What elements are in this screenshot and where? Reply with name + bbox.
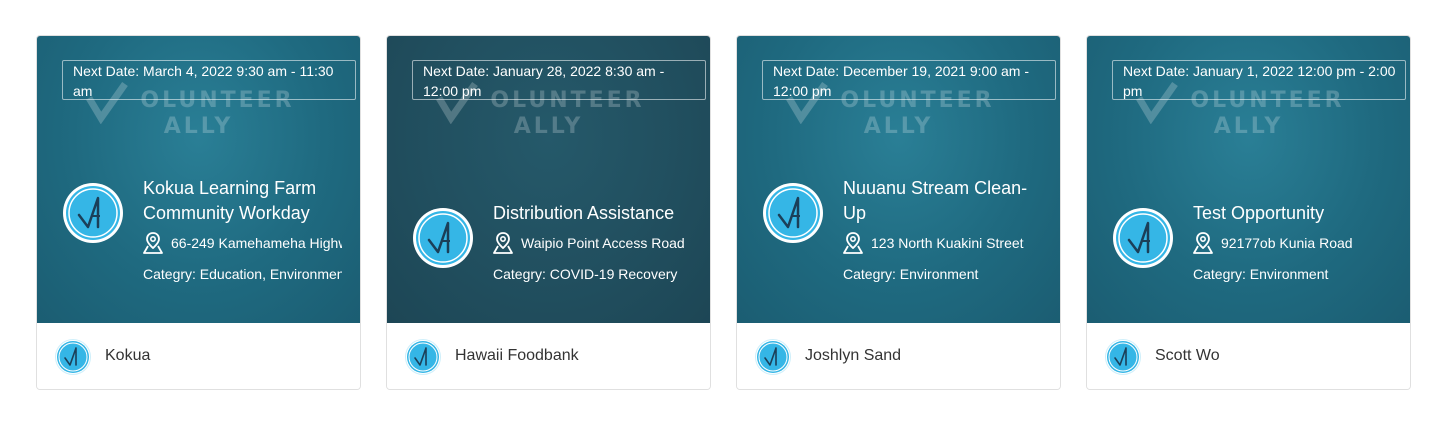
opportunity-card[interactable]: OLUNTEER ALLY Next Date: January 28, 202… xyxy=(386,35,711,390)
card-footer[interactable]: Hawaii Foodbank xyxy=(387,323,710,389)
organization-logo-icon xyxy=(1105,339,1141,375)
opportunity-card[interactable]: OLUNTEER ALLY Next Date: March 4, 2022 9… xyxy=(36,35,361,390)
opportunity-address: 66-249 Kamehameha Highway xyxy=(171,235,342,251)
organization-logo-icon xyxy=(55,339,91,375)
card-header[interactable]: OLUNTEER ALLY Next Date: December 19, 20… xyxy=(737,36,1060,323)
volunteer-ally-logo-icon xyxy=(763,183,823,243)
organization-name[interactable]: Hawaii Foodbank xyxy=(455,347,579,365)
volunteer-ally-logo-icon xyxy=(63,183,123,243)
opportunity-address: 123 North Kuakini Street xyxy=(871,235,1024,251)
map-pin-icon xyxy=(493,232,513,254)
opportunity-category: Categry: Environment xyxy=(1193,266,1329,282)
opportunity-title[interactable]: Test Opportunity xyxy=(1193,201,1392,226)
opportunity-title[interactable]: Nuuanu Stream Clean-Up xyxy=(843,176,1042,226)
next-date-label: Next Date: December 19, 2021 9:00 am - 1… xyxy=(762,60,1056,100)
card-footer[interactable]: Scott Wo xyxy=(1087,323,1410,389)
opportunity-title[interactable]: Kokua Learning Farm Community Workday xyxy=(143,176,342,226)
opportunity-title[interactable]: Distribution Assistance xyxy=(493,201,692,226)
map-pin-icon xyxy=(843,232,863,254)
opportunity-card-grid: OLUNTEER ALLY Next Date: March 4, 2022 9… xyxy=(0,0,1455,430)
card-footer[interactable]: Joshlyn Sand xyxy=(737,323,1060,389)
organization-name[interactable]: Joshlyn Sand xyxy=(805,347,901,365)
opportunity-category: Categry: Environment xyxy=(843,266,979,282)
address-row: 92177ob Kunia Road xyxy=(1193,230,1392,256)
opportunity-category: Categry: COVID-19 Recovery xyxy=(493,266,678,282)
opportunity-category: Categry: Education, Environment xyxy=(143,266,342,282)
organization-logo-icon xyxy=(755,339,791,375)
volunteer-ally-logo-icon xyxy=(1113,208,1173,268)
address-row: 123 North Kuakini Street xyxy=(843,230,1042,256)
address-row: Waipio Point Access Road xyxy=(493,230,692,256)
map-pin-icon xyxy=(143,232,163,254)
organization-name[interactable]: Scott Wo xyxy=(1155,347,1220,365)
address-row: 66-249 Kamehameha Highway xyxy=(143,230,342,256)
card-header[interactable]: OLUNTEER ALLY Next Date: March 4, 2022 9… xyxy=(37,36,360,323)
organization-logo-icon xyxy=(405,339,441,375)
opportunity-address: 92177ob Kunia Road xyxy=(1221,235,1353,251)
volunteer-ally-logo-icon xyxy=(413,208,473,268)
organization-name[interactable]: Kokua xyxy=(105,347,150,365)
map-pin-icon xyxy=(1193,232,1213,254)
card-header[interactable]: OLUNTEER ALLY Next Date: January 28, 202… xyxy=(387,36,710,323)
opportunity-card[interactable]: OLUNTEER ALLY Next Date: January 1, 2022… xyxy=(1086,35,1411,390)
card-header[interactable]: OLUNTEER ALLY Next Date: January 1, 2022… xyxy=(1087,36,1410,323)
card-footer[interactable]: Kokua xyxy=(37,323,360,389)
next-date-label: Next Date: March 4, 2022 9:30 am - 11:30… xyxy=(62,60,356,100)
next-date-label: Next Date: January 28, 2022 8:30 am - 12… xyxy=(412,60,706,100)
next-date-label: Next Date: January 1, 2022 12:00 pm - 2:… xyxy=(1112,60,1406,100)
opportunity-address: Waipio Point Access Road xyxy=(521,235,685,251)
opportunity-card[interactable]: OLUNTEER ALLY Next Date: December 19, 20… xyxy=(736,35,1061,390)
